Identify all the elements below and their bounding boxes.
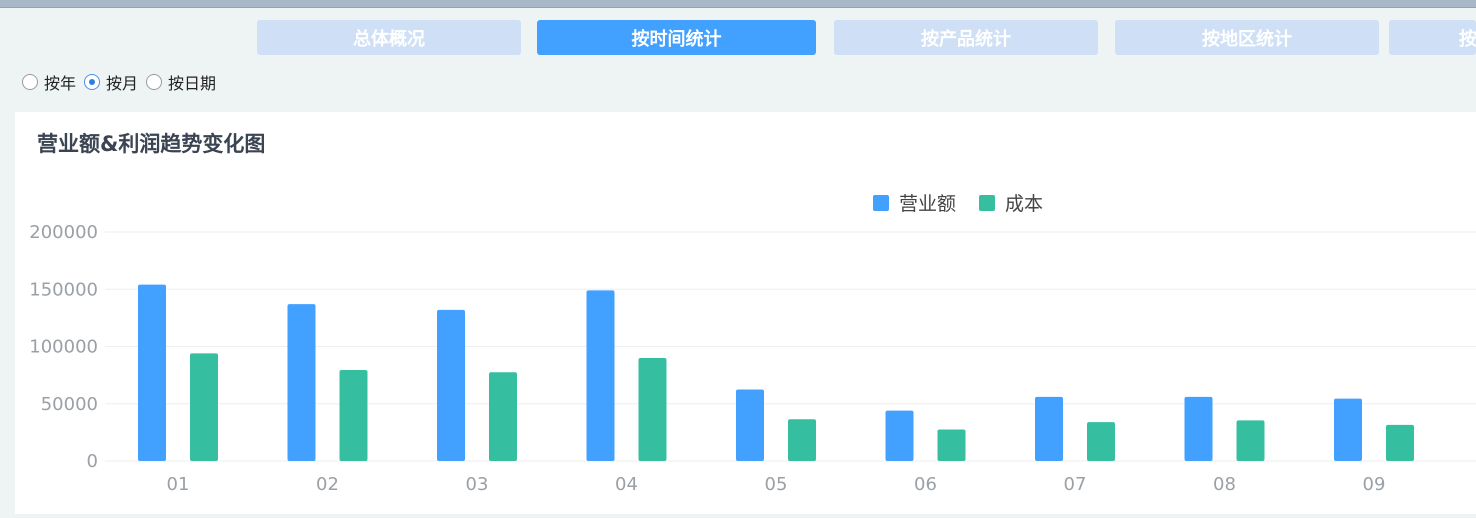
radio-by-date[interactable]: 按日期 — [146, 70, 216, 94]
y-tick-label: 100000 — [29, 337, 98, 358]
bar-revenue — [586, 290, 615, 461]
x-tick-label: 09 — [1363, 474, 1386, 495]
x-tick-label: 08 — [1213, 474, 1236, 495]
x-tick-label: 01 — [167, 474, 190, 495]
x-tick-label: 05 — [765, 474, 788, 495]
radio-by-year-label: 按年 — [44, 74, 77, 93]
bar-cost — [489, 372, 517, 461]
x-tick-label: 02 — [316, 474, 339, 495]
bar-revenue — [1334, 398, 1362, 461]
bar-cost — [1087, 422, 1115, 461]
bar-cost — [937, 429, 966, 461]
chart-panel: 营业额&利润趋势变化图 200000 150000 100000 50000 0 01 02… — [15, 112, 1476, 514]
radio-by-date-label: 按日期 — [168, 74, 217, 93]
y-tick-label: 150000 — [29, 279, 98, 300]
radio-circle-icon[interactable] — [146, 74, 163, 90]
window-top-bar — [0, 0, 1476, 8]
bar-revenue — [437, 309, 465, 461]
legend-cost-label[interactable]: 成本 — [1005, 193, 1043, 215]
x-tick-label: 06 — [914, 474, 937, 495]
stats-tab-bar: 总体概况 按时间统计 按产品统计 按地区统计 按 — [0, 20, 1476, 55]
tab-overview[interactable]: 总体概况 — [257, 20, 521, 55]
bar-cost — [638, 357, 667, 461]
bar-cost — [1236, 420, 1265, 461]
y-tick-label: 50000 — [41, 394, 98, 415]
bar-revenue — [287, 304, 316, 461]
legend-revenue-swatch[interactable] — [873, 195, 889, 211]
bar-revenue — [736, 389, 764, 461]
bar-revenue — [1184, 396, 1213, 461]
x-tick-label: 04 — [615, 474, 638, 495]
legend-cost-swatch[interactable] — [979, 195, 995, 211]
radio-by-month[interactable]: 按月 — [84, 70, 138, 94]
revenue-cost-bar-chart: 200000 150000 100000 50000 0 01 02 03 04 05 06 07 08… — [29, 193, 1476, 495]
granularity-radio-group: 按年 按月 按日期 — [22, 70, 224, 94]
x-tick-label: 03 — [466, 474, 489, 495]
radio-checked-icon[interactable] — [84, 74, 101, 90]
bar-cost — [339, 369, 368, 461]
bar-revenue — [138, 284, 166, 461]
radio-by-year[interactable]: 按年 — [22, 70, 76, 94]
tab-by-product[interactable]: 按产品统计 — [834, 20, 1098, 55]
tab-by-time[interactable]: 按时间统计 — [537, 20, 816, 55]
tab-by-region[interactable]: 按地区统计 — [1115, 20, 1379, 55]
bar-cost — [190, 353, 218, 461]
bar-revenue — [885, 410, 914, 461]
bar-cost — [1386, 424, 1414, 461]
legend-revenue-label[interactable]: 营业额 — [899, 193, 956, 215]
bar-revenue — [1035, 396, 1063, 461]
bar-cost — [788, 419, 816, 461]
radio-circle-icon[interactable] — [22, 74, 38, 90]
radio-by-month-label: 按月 — [106, 74, 139, 93]
x-tick-label: 07 — [1064, 474, 1087, 495]
tab-partial[interactable]: 按 — [1389, 20, 1476, 55]
y-tick-label: 200000 — [29, 222, 98, 243]
y-tick-label: 0 — [87, 451, 98, 472]
